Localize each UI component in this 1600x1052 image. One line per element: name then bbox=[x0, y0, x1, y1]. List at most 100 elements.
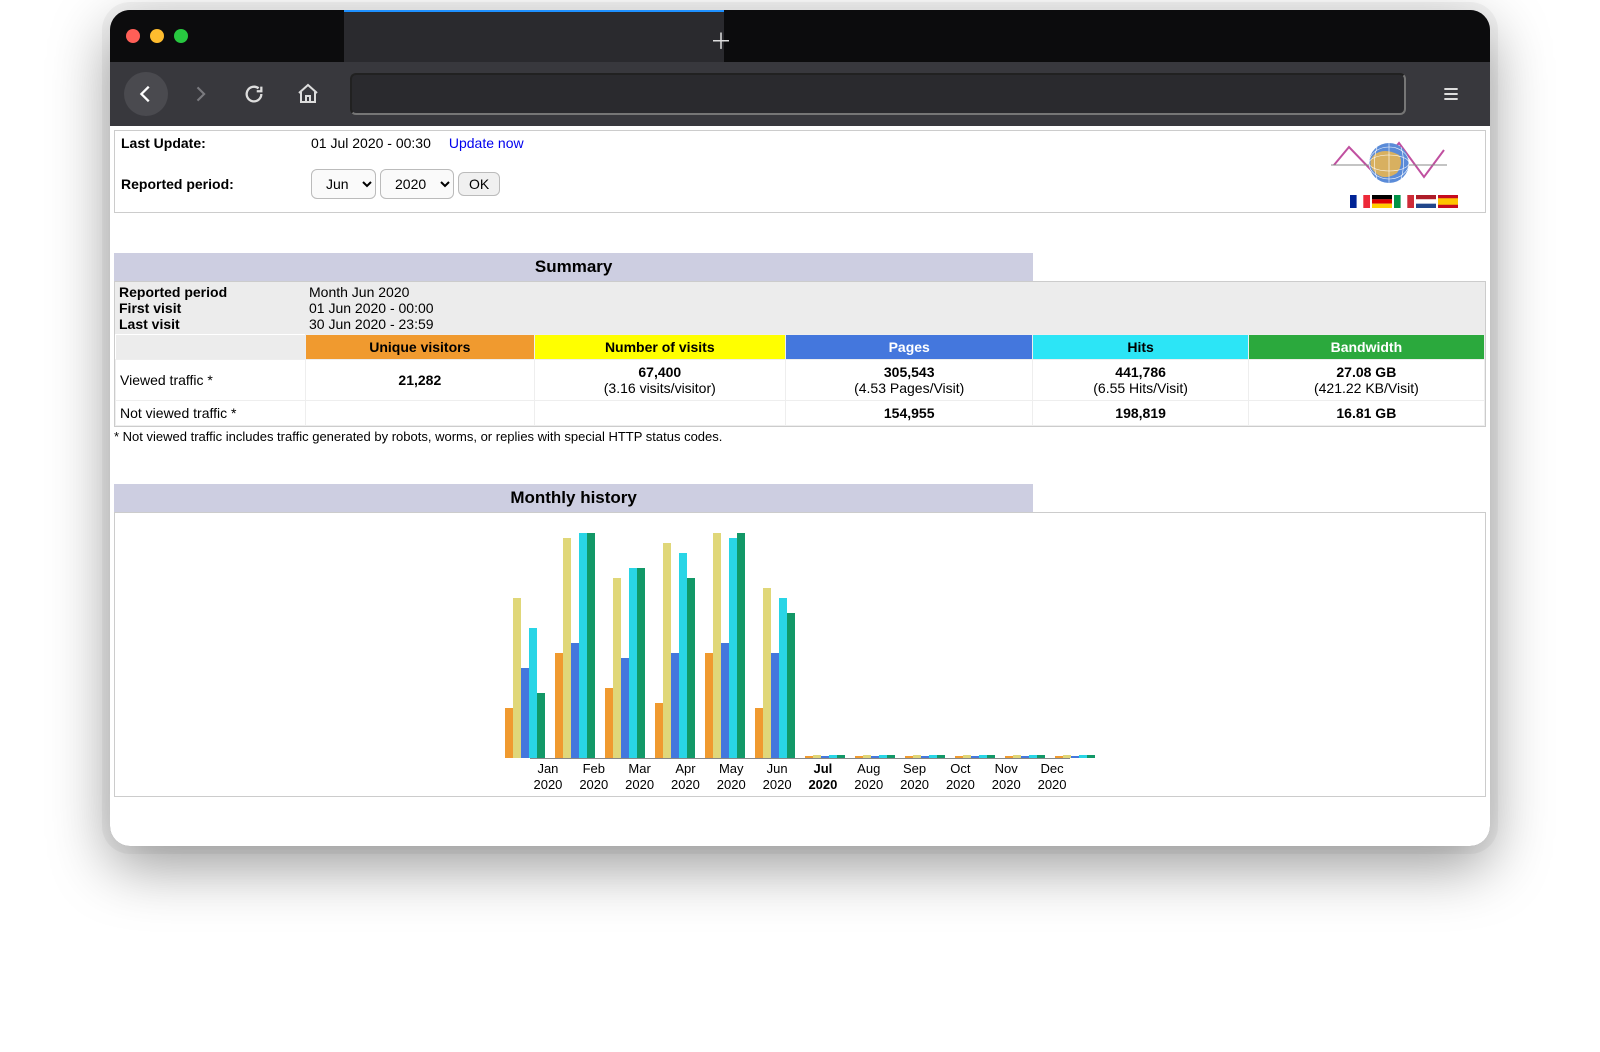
bar-hits bbox=[529, 628, 537, 758]
awstats-logo bbox=[1329, 135, 1449, 195]
monthly-header: Monthly history bbox=[114, 484, 1033, 512]
bar-pages bbox=[521, 668, 529, 758]
bar-hits bbox=[679, 553, 687, 758]
bar-number-of-visits bbox=[763, 588, 771, 758]
notviewed-pages: 154,955 bbox=[884, 405, 935, 421]
last-update-label: Last Update: bbox=[121, 135, 311, 151]
bar-pages bbox=[821, 756, 829, 758]
bar-pages bbox=[771, 653, 779, 758]
month-group bbox=[655, 543, 695, 758]
plus-icon[interactable]: ＋ bbox=[710, 24, 732, 56]
month-group bbox=[905, 755, 945, 758]
close-window-button[interactable] bbox=[126, 29, 140, 43]
nav-bar bbox=[110, 62, 1490, 126]
reload-button[interactable] bbox=[232, 72, 276, 116]
bar-number-of-visits bbox=[613, 578, 621, 758]
bar-hits bbox=[779, 598, 787, 758]
viewed-unique: 21,282 bbox=[398, 372, 441, 388]
maximize-window-button[interactable] bbox=[174, 29, 188, 43]
month-group bbox=[555, 533, 595, 758]
month-select[interactable]: Jun bbox=[311, 169, 376, 199]
bar-unique-visitors bbox=[655, 703, 663, 758]
bar-unique-visitors bbox=[1005, 756, 1013, 758]
bar-bandwidth bbox=[537, 693, 545, 758]
bar-number-of-visits bbox=[513, 598, 521, 758]
xlabel: Jan2020 bbox=[530, 761, 566, 792]
bar-hits bbox=[979, 755, 987, 758]
bar-unique-visitors bbox=[605, 688, 613, 758]
bar-unique-visitors bbox=[905, 756, 913, 758]
summary-box: Reported periodMonth Jun 2020 First visi… bbox=[114, 281, 1486, 427]
bar-bandwidth bbox=[887, 755, 895, 758]
xlabel: Feb2020 bbox=[576, 761, 612, 792]
bar-pages bbox=[571, 643, 579, 758]
month-group bbox=[705, 533, 745, 758]
sum-last-visit-value: 30 Jun 2020 - 23:59 bbox=[309, 316, 434, 332]
table-row: Viewed traffic * 21,282 67,400(3.16 visi… bbox=[116, 360, 1485, 401]
viewed-pages: 305,543 bbox=[884, 364, 935, 380]
year-select[interactable]: 2020 bbox=[380, 169, 454, 199]
url-bar[interactable] bbox=[350, 73, 1406, 115]
viewed-visits: 67,400 bbox=[638, 364, 681, 380]
bar-unique-visitors bbox=[755, 708, 763, 758]
control-panel: Last Update: 01 Jul 2020 - 00:30 Update … bbox=[114, 130, 1486, 213]
back-button[interactable] bbox=[124, 72, 168, 116]
logo-box bbox=[1329, 135, 1479, 208]
browser-tab[interactable]: ＋ bbox=[344, 10, 724, 62]
viewed-label: Viewed traffic * bbox=[116, 360, 306, 401]
bar-hits bbox=[829, 755, 837, 758]
ok-button[interactable]: OK bbox=[458, 172, 500, 196]
bar-number-of-visits bbox=[1063, 755, 1071, 758]
last-update-value: 01 Jul 2020 - 00:30 bbox=[311, 135, 431, 151]
flag-germany-icon bbox=[1372, 195, 1392, 208]
minimize-window-button[interactable] bbox=[150, 29, 164, 43]
window-controls bbox=[126, 29, 188, 43]
xlabel: Jun2020 bbox=[759, 761, 795, 792]
bar-number-of-visits bbox=[563, 538, 571, 758]
bar-pages bbox=[671, 653, 679, 758]
forward-button[interactable] bbox=[178, 72, 222, 116]
month-group bbox=[855, 755, 895, 758]
bar-pages bbox=[1071, 756, 1079, 758]
bar-unique-visitors bbox=[855, 756, 863, 758]
viewed-hits: 441,786 bbox=[1115, 364, 1166, 380]
bar-bandwidth bbox=[787, 613, 795, 758]
bar-unique-visitors bbox=[1055, 756, 1063, 758]
col-hits: Hits bbox=[1033, 335, 1248, 360]
bar-bandwidth bbox=[1087, 755, 1095, 758]
xlabel: Dec2020 bbox=[1034, 761, 1070, 792]
bar-number-of-visits bbox=[663, 543, 671, 758]
col-visits: Number of visits bbox=[534, 335, 785, 360]
monthly-history-box: Jan2020Feb2020Mar2020Apr2020May2020Jun20… bbox=[114, 512, 1486, 797]
bar-bandwidth bbox=[587, 533, 595, 758]
sum-first-visit-label: First visit bbox=[119, 300, 309, 316]
sum-reported-period-label: Reported period bbox=[119, 284, 309, 300]
monthly-chart bbox=[530, 521, 1070, 759]
bar-pages bbox=[971, 756, 979, 758]
month-group bbox=[605, 568, 645, 758]
flag-france-icon bbox=[1350, 195, 1370, 208]
bar-pages bbox=[871, 756, 879, 758]
menu-button[interactable] bbox=[1429, 72, 1473, 116]
bar-hits bbox=[1029, 755, 1037, 758]
bar-bandwidth bbox=[837, 755, 845, 758]
table-row: Not viewed traffic * 154,955 198,819 16.… bbox=[116, 401, 1485, 426]
notviewed-bandwidth: 16.81 GB bbox=[1336, 405, 1396, 421]
bar-hits bbox=[1079, 755, 1087, 758]
chart-xlabels: Jan2020Feb2020Mar2020Apr2020May2020Jun20… bbox=[530, 761, 1070, 792]
bar-bandwidth bbox=[1037, 755, 1045, 758]
xlabel: Jul2020 bbox=[805, 761, 841, 792]
browser-frame: ＋ Last Update: 01 Jul 2020 - 00:30 bbox=[110, 10, 1490, 846]
bar-hits bbox=[579, 533, 587, 758]
bar-pages bbox=[921, 756, 929, 758]
xlabel: May2020 bbox=[713, 761, 749, 792]
update-now-link[interactable]: Update now bbox=[449, 135, 524, 151]
sum-reported-period-value: Month Jun 2020 bbox=[309, 284, 409, 300]
xlabel: Apr2020 bbox=[668, 761, 704, 792]
bar-pages bbox=[721, 643, 729, 758]
tab-bar: ＋ bbox=[110, 10, 1490, 62]
home-button[interactable] bbox=[286, 72, 330, 116]
bar-number-of-visits bbox=[863, 755, 871, 758]
bar-unique-visitors bbox=[705, 653, 713, 758]
bar-pages bbox=[1021, 756, 1029, 758]
